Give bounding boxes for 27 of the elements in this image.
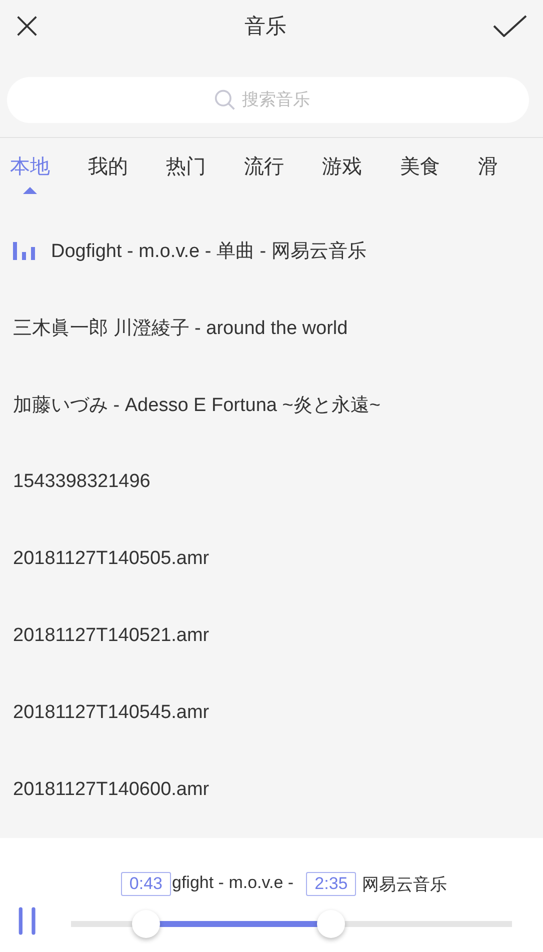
page-title: 音乐 — [244, 14, 286, 40]
category-tab[interactable]: 游戏 — [322, 154, 362, 180]
category-tab[interactable]: 我的 — [88, 154, 128, 180]
equalizer-icon — [13, 242, 35, 260]
search-field[interactable]: 搜索音乐 — [242, 90, 322, 110]
category-tab[interactable]: 美食 — [400, 154, 440, 180]
song-item[interactable]: 20181127T140521.amr — [0, 597, 543, 674]
category-tab[interactable]: 热门 — [166, 154, 206, 180]
category-tab[interactable]: 滑 — [478, 154, 498, 180]
song-item[interactable]: 20181127T140545.amr — [0, 674, 543, 751]
now-playing-title: gfight - m.o.v.e - — [172, 873, 294, 892]
slider-thumb[interactable] — [317, 910, 346, 938]
now-playing-title: 网易云音乐 — [362, 875, 447, 894]
song-item[interactable]: 三木眞一郎 川澄綾子 - around the world — [0, 289, 543, 366]
song-item[interactable]: Dogfight - m.o.v.e - 单曲 - 网易云音乐 — [0, 212, 543, 289]
search-icon — [214, 89, 236, 111]
song-item[interactable]: 20181127T140600.amr — [0, 751, 543, 828]
time-tooltip: 0:43 — [120, 872, 171, 896]
time-tooltip: 2:35 — [306, 872, 356, 896]
slider-thumb[interactable] — [132, 910, 160, 938]
song-item[interactable]: 加藤いづみ - Adesso E Fortuna ~炎と永遠~ — [0, 366, 543, 443]
check-icon[interactable] — [493, 15, 527, 37]
song-item[interactable]: 1543398321496 — [0, 443, 543, 520]
song-item[interactable]: 20181127T140505.amr — [0, 520, 543, 597]
tab-indicator-icon — [23, 187, 37, 194]
close-icon[interactable] — [16, 15, 38, 37]
category-tab[interactable]: 流行 — [244, 154, 284, 180]
